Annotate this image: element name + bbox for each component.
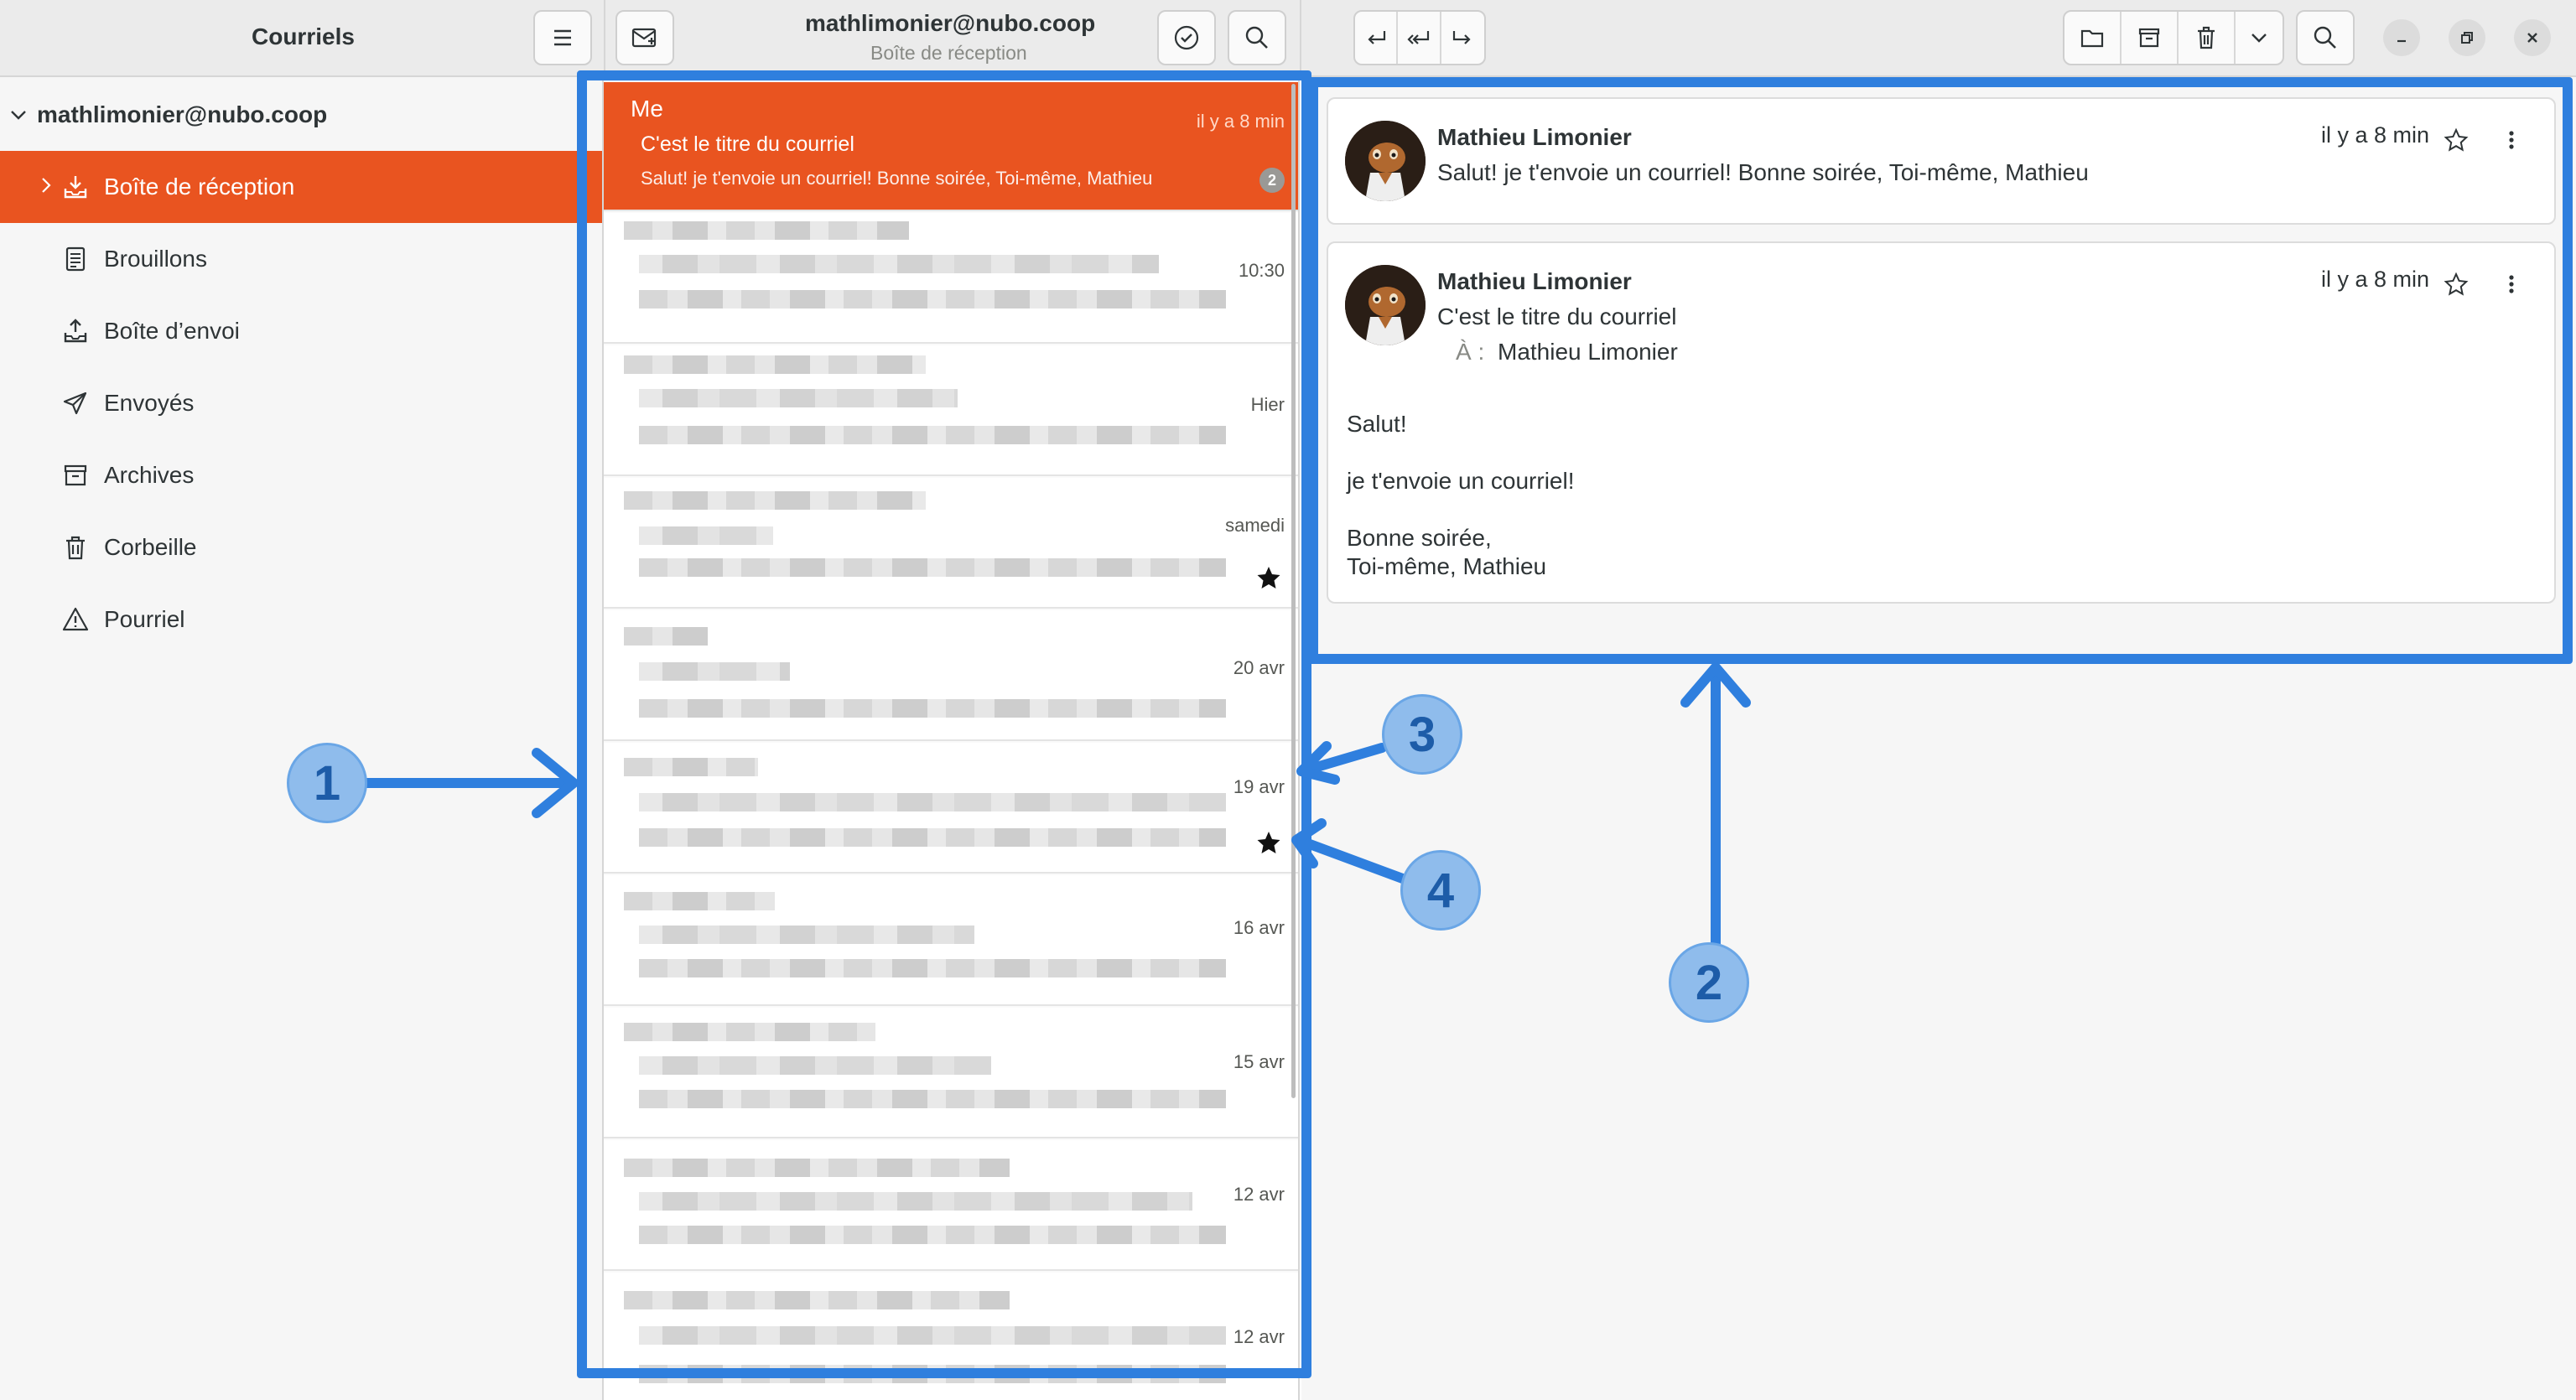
chevron-down-icon xyxy=(2251,34,2267,43)
hamburger-icon xyxy=(554,29,571,46)
drafts-icon xyxy=(62,246,89,272)
header-separator-2 xyxy=(1300,0,1301,77)
sidebar-item-trash[interactable]: Corbeille xyxy=(0,511,602,583)
folder-icon xyxy=(2080,29,2104,48)
close-icon xyxy=(2527,33,2537,43)
highlight-box-message-list xyxy=(577,70,1311,1378)
archive-icon xyxy=(2138,28,2160,48)
warning-icon xyxy=(62,606,89,633)
sidebar-item-sent[interactable]: Envoyés xyxy=(0,367,602,439)
sidebar-item-label: Brouillons xyxy=(104,246,207,272)
close-button[interactable] xyxy=(2514,19,2551,56)
search-icon xyxy=(1245,26,1268,49)
archive-button[interactable] xyxy=(2122,12,2179,64)
minimize-button[interactable] xyxy=(2383,19,2420,56)
forward-button[interactable] xyxy=(1441,12,1484,64)
trash-icon xyxy=(62,534,89,561)
reply-icon xyxy=(1368,31,1385,44)
compose-button[interactable] xyxy=(615,10,674,65)
more-actions-dropdown[interactable] xyxy=(2236,12,2283,64)
callout-4: 4 xyxy=(1400,850,1481,931)
move-button[interactable] xyxy=(2064,12,2122,64)
folder-sidebar: mathlimonier@nubo.coop Boîte de réceptio… xyxy=(0,77,604,1400)
selection-mode-button[interactable] xyxy=(1157,10,1216,65)
sidebar-title: Courriels xyxy=(252,23,355,49)
search-list-button[interactable] xyxy=(1228,10,1286,65)
sidebar-item-outbox[interactable]: Boîte d’envoi xyxy=(0,295,602,367)
callout-2: 2 xyxy=(1669,942,1749,1023)
restore-icon xyxy=(2461,32,2473,44)
reply-all-button[interactable] xyxy=(1398,12,1441,64)
reply-button[interactable] xyxy=(1355,12,1399,64)
inbox-icon xyxy=(62,174,89,200)
header-bar: Courriels mathlimonier@nubo.coop Boîte d… xyxy=(0,0,2576,77)
chevron-down-icon xyxy=(0,109,37,121)
sidebar-item-label: Boîte d’envoi xyxy=(104,318,240,344)
sidebar-item-archives[interactable]: Archives xyxy=(0,439,602,511)
account-row[interactable]: mathlimonier@nubo.coop xyxy=(0,77,602,153)
trash-icon xyxy=(2198,26,2215,49)
sent-icon xyxy=(62,390,89,417)
sidebar-item-label: Envoyés xyxy=(104,390,195,416)
forward-icon xyxy=(1453,31,1471,44)
header-separator xyxy=(604,0,605,77)
sidebar-item-label: Pourriel xyxy=(104,606,185,632)
reply-all-icon xyxy=(1407,31,1430,44)
sidebar-item-label: Boîte de réception xyxy=(104,174,295,200)
sidebar-item-drafts[interactable]: Brouillons xyxy=(0,223,602,295)
find-in-message-button[interactable] xyxy=(2296,10,2355,65)
chevron-right-icon xyxy=(40,176,52,194)
account-title: mathlimonier@nubo.coop xyxy=(805,10,1096,36)
outbox-icon xyxy=(62,318,89,345)
menu-button[interactable] xyxy=(533,10,592,65)
search-icon xyxy=(2314,26,2336,49)
check-circle-icon xyxy=(1174,25,1199,50)
sidebar-item-label: Archives xyxy=(104,462,195,488)
account-name: mathlimonier@nubo.coop xyxy=(37,101,328,127)
sidebar-item-inbox[interactable]: Boîte de réception xyxy=(0,151,602,223)
highlight-box-reading-pane xyxy=(1308,77,2573,664)
compose-icon xyxy=(631,28,657,48)
maximize-button[interactable] xyxy=(2449,19,2485,56)
minimize-icon xyxy=(2397,39,2406,43)
callout-3: 3 xyxy=(1382,694,1462,775)
sidebar-item-spam[interactable]: Pourriel xyxy=(0,583,602,656)
archive-icon xyxy=(62,462,89,489)
reply-button-group xyxy=(1353,10,1486,65)
message-actions-group xyxy=(2063,10,2284,65)
folder-subtitle: Boîte de réception xyxy=(870,42,1027,64)
callout-1: 1 xyxy=(287,743,367,823)
sidebar-item-label: Corbeille xyxy=(104,534,197,560)
delete-button[interactable] xyxy=(2179,12,2236,64)
